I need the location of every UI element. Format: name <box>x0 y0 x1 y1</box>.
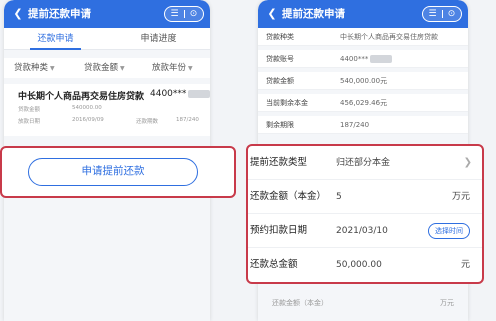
mini-program-capsule: ☰ ⊙ <box>422 6 462 22</box>
deduct-date-label: 预约扣款日期 <box>250 225 308 236</box>
partial-row-unit: 万元 <box>440 299 454 307</box>
apply-button-callout: 申请提前还款 <box>0 146 236 198</box>
right-title-bar: ❮ 提前还款申请 ☰ ⊙ <box>258 0 468 28</box>
disburse-date-value: 2016/09/09 <box>72 117 104 123</box>
detail-value: 中长期个人商品再交易住房贷款 <box>340 33 438 41</box>
detail-row-loan-type: 贷款种类 中长期个人商品再交易住房贷款 <box>258 28 468 46</box>
tab-apply-progress[interactable]: 申请进度 <box>107 28 210 50</box>
partial-row-label: 还款金额（本金） <box>272 299 328 307</box>
total-amount-value: 50,000.00 <box>336 260 382 270</box>
repay-periods-value: 187/240 <box>176 117 199 123</box>
detail-label: 当前剩余本金 <box>266 99 308 107</box>
detail-value: 4400*** <box>340 55 369 63</box>
principal-label: 还款金额（本金） <box>250 191 327 202</box>
detail-label: 贷款金额 <box>266 77 294 85</box>
loan-amount-value: 540000.00 <box>72 105 102 111</box>
detail-row-remaining-principal: 当前剩余本金 456,029.46元 <box>258 94 468 112</box>
menu-icon[interactable]: ☰ <box>165 7 184 21</box>
prepayment-form-callout: 提前还款类型 归还部分本金 ❯ 还款金额（本金） 5 万元 预约扣款日期 202… <box>246 144 484 284</box>
detail-value: 187/240 <box>340 121 370 129</box>
principal-input[interactable]: 5 <box>336 180 342 214</box>
mini-program-capsule: ☰ ⊙ <box>164 6 204 22</box>
detail-value: 456,029.46元 <box>340 99 388 107</box>
filter-loan-year[interactable]: 放款年份 ▼ <box>152 58 193 78</box>
chevron-down-icon: ▼ <box>50 65 55 72</box>
disburse-date-label: 放款日期 <box>18 119 41 125</box>
filter-loan-type[interactable]: 贷款种类 ▼ <box>14 58 55 78</box>
detail-label: 贷款种类 <box>266 33 294 41</box>
left-page-title: 提前还款申请 <box>28 8 91 20</box>
tab-bar: 还款申请 申请进度 <box>4 28 210 50</box>
masked-account-digits <box>188 90 210 98</box>
prepay-type-label: 提前还款类型 <box>250 157 308 168</box>
back-icon[interactable]: ❮ <box>264 6 280 22</box>
loan-account: 4400*** <box>150 89 187 99</box>
filter-bar: 贷款种类 ▼ 贷款金额 ▼ 放款年份 ▼ <box>4 58 210 78</box>
prepay-type-value: 归还部分本金 <box>336 158 391 168</box>
select-time-button[interactable]: 选择时间 <box>428 223 470 239</box>
close-icon[interactable]: ⊙ <box>184 7 203 21</box>
close-icon[interactable]: ⊙ <box>442 7 461 21</box>
form-row-deduct-date: 预约扣款日期 2021/03/10 选择时间 <box>248 214 482 248</box>
loan-amount-label: 贷款金额 <box>18 107 41 113</box>
form-row-principal: 还款金额（本金） 5 万元 <box>248 180 482 214</box>
total-amount-unit: 元 <box>460 260 470 270</box>
left-title-bar: ❮ 提前还款申请 ☰ ⊙ <box>4 0 210 28</box>
chevron-down-icon: ▼ <box>120 65 125 72</box>
loan-name: 中长期个人商品再交易住房贷款 <box>18 92 145 102</box>
filter-loan-year-label: 放款年份 <box>152 63 187 73</box>
partial-row-below: 还款金额（本金） 万元 <box>258 292 468 321</box>
total-amount-label: 还款总金额 <box>250 259 298 270</box>
detail-row-remaining-term: 剩余期限 187/240 <box>258 116 468 134</box>
detail-row-loan-amount: 贷款金额 540,000.00元 <box>258 72 468 90</box>
form-row-prepay-type[interactable]: 提前还款类型 归还部分本金 ❯ <box>248 146 482 180</box>
masked-account-digits <box>370 55 392 63</box>
chevron-down-icon: ▼ <box>188 65 193 72</box>
loan-card[interactable]: 中长期个人商品再交易住房贷款 4400*** 贷款金额 540000.00 放款… <box>4 84 210 136</box>
principal-unit: 万元 <box>451 192 470 202</box>
form-row-total: 还款总金额 50,000.00 元 <box>248 248 482 282</box>
right-page-title: 提前还款申请 <box>282 8 345 20</box>
menu-icon[interactable]: ☰ <box>423 7 442 21</box>
repay-periods-label: 还款期数 <box>136 119 159 125</box>
filter-loan-type-label: 贷款种类 <box>14 63 49 73</box>
chevron-right-icon: ❯ <box>463 157 472 168</box>
detail-value: 540,000.00元 <box>340 77 388 85</box>
filter-loan-amount-label: 贷款金额 <box>84 63 119 73</box>
tab-repay-apply[interactable]: 还款申请 <box>4 28 107 50</box>
detail-row-loan-account: 贷款账号 4400*** <box>258 50 468 68</box>
back-icon[interactable]: ❮ <box>10 6 26 22</box>
detail-label: 剩余期限 <box>266 121 294 129</box>
filter-loan-amount[interactable]: 贷款金额 ▼ <box>84 58 125 78</box>
detail-label: 贷款账号 <box>266 55 294 63</box>
deduct-date-value: 2021/03/10 <box>336 226 388 236</box>
loan-row: 贷款金额 540000.00 <box>18 105 202 115</box>
apply-prepayment-button[interactable]: 申请提前还款 <box>28 158 198 186</box>
loan-row: 放款日期 2016/09/09 还款期数 187/240 <box>18 117 202 127</box>
